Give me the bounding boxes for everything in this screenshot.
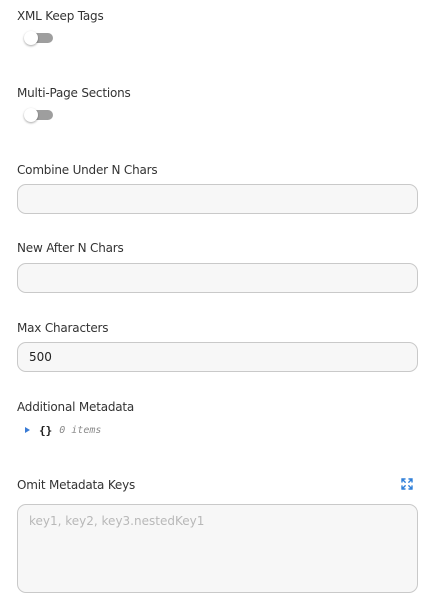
xml-keep-tags-label: XML Keep Tags: [17, 9, 104, 23]
new-after-n-chars-label: New After N Chars: [17, 241, 124, 255]
max-characters-field: Max Characters: [17, 320, 418, 374]
xml-keep-tags-field: XML Keep Tags: [17, 8, 418, 48]
metadata-json-tree[interactable]: {} 0 items: [25, 423, 101, 437]
toggle-knob: [24, 31, 38, 45]
max-characters-label: Max Characters: [17, 321, 109, 335]
omit-metadata-keys-field: Omit Metadata Keys: [17, 477, 418, 595]
new-after-n-chars-field: New After N Chars: [17, 240, 418, 295]
additional-metadata-label: Additional Metadata: [17, 400, 135, 414]
item-count: 0 items: [59, 424, 102, 436]
combine-under-n-chars-input[interactable]: [17, 184, 418, 214]
additional-metadata-field: Additional Metadata {} 0 items: [17, 399, 418, 445]
combine-under-n-chars-field: Combine Under N Chars: [17, 162, 418, 216]
omit-metadata-keys-label: Omit Metadata Keys: [17, 478, 136, 492]
multi-page-sections-field: Multi-Page Sections: [17, 85, 418, 125]
caret-right-icon[interactable]: [25, 427, 30, 433]
combine-under-n-chars-label: Combine Under N Chars: [17, 163, 158, 177]
max-characters-input[interactable]: [17, 342, 418, 372]
object-braces: {}: [39, 423, 53, 437]
multi-page-sections-label: Multi-Page Sections: [17, 86, 131, 100]
multi-page-sections-toggle[interactable]: [23, 108, 54, 122]
xml-keep-tags-toggle[interactable]: [23, 31, 54, 45]
expand-icon[interactable]: [401, 478, 413, 490]
omit-metadata-keys-textarea[interactable]: [17, 504, 418, 593]
toggle-knob: [24, 108, 38, 122]
new-after-n-chars-input[interactable]: [17, 263, 418, 293]
